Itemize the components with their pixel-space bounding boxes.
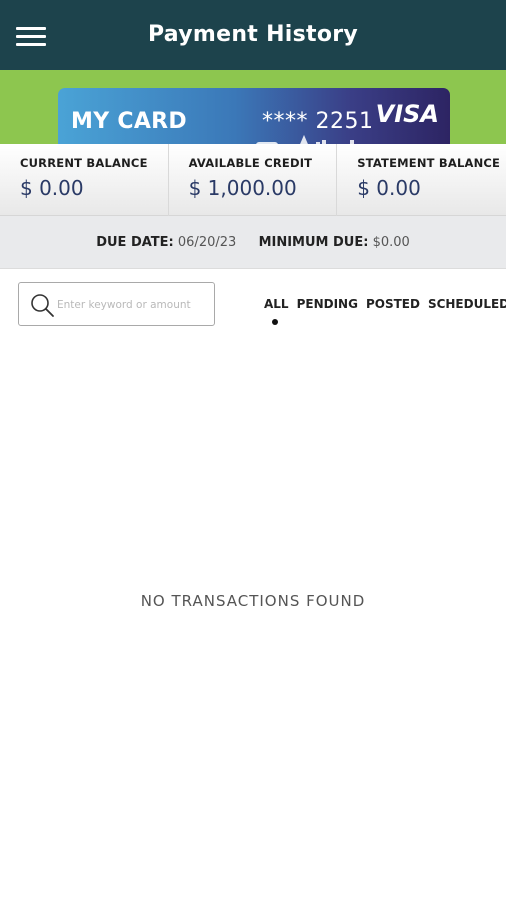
tab-all[interactable]: ALL <box>264 297 289 325</box>
available-credit-value: $ 1,000.00 <box>188 176 297 200</box>
selected-indicator-dot <box>272 319 278 325</box>
statement-balance-value: $ 0.00 <box>357 176 421 200</box>
available-credit-label: AVAILABLE CREDIT <box>188 156 313 170</box>
visa-logo: VISA <box>375 100 439 128</box>
app-header: Payment History <box>0 0 506 70</box>
search-icon <box>31 294 54 317</box>
page-title: Payment History <box>147 22 359 47</box>
tab-scheduled-label: SCHEDULED <box>427 297 506 311</box>
credit-card-image[interactable]: MY CARD **** 2251 VISA <box>58 88 450 144</box>
statement-balance-label: STATEMENT BALANCE <box>357 156 501 170</box>
due-info-bar: DUE DATE: 06/20/23 MINIMUM DUE: $0.00 <box>0 216 506 269</box>
due-date-label: DUE DATE: <box>96 235 174 250</box>
tab-scheduled[interactable]: SCHEDULED <box>428 297 506 311</box>
balance-summary: CURRENT BALANCE $ 0.00 AVAILABLE CREDIT … <box>0 144 506 216</box>
search-input[interactable] <box>57 295 209 315</box>
tab-posted-label: POSTED <box>365 297 420 311</box>
card-watermark-graphic <box>256 134 354 144</box>
card-number: **** 2251 <box>262 109 374 134</box>
transaction-filter-tabs: ALL PENDING POSTED SCHEDULED <box>264 297 506 325</box>
card-name: MY CARD <box>71 109 187 134</box>
current-balance: CURRENT BALANCE $ 0.00 <box>0 144 169 216</box>
minimum-due-label: MINIMUM DUE: <box>258 235 369 250</box>
tab-pending[interactable]: PENDING <box>297 297 358 311</box>
empty-state-message: NO TRANSACTIONS FOUND <box>140 592 366 610</box>
statement-balance: STATEMENT BALANCE $ 0.00 <box>337 144 506 216</box>
card-banner: MY CARD **** 2251 VISA <box>0 70 506 144</box>
current-balance-value: $ 0.00 <box>20 176 84 200</box>
due-date-value: 06/20/23 <box>177 235 237 250</box>
minimum-due-value: $0.00 <box>372 235 410 250</box>
current-balance-label: CURRENT BALANCE <box>20 156 148 170</box>
available-credit: AVAILABLE CREDIT $ 1,000.00 <box>169 144 338 216</box>
tab-pending-label: PENDING <box>296 297 358 311</box>
tab-all-label: ALL <box>264 297 289 311</box>
tab-posted[interactable]: POSTED <box>366 297 420 311</box>
search-box[interactable] <box>18 282 215 326</box>
